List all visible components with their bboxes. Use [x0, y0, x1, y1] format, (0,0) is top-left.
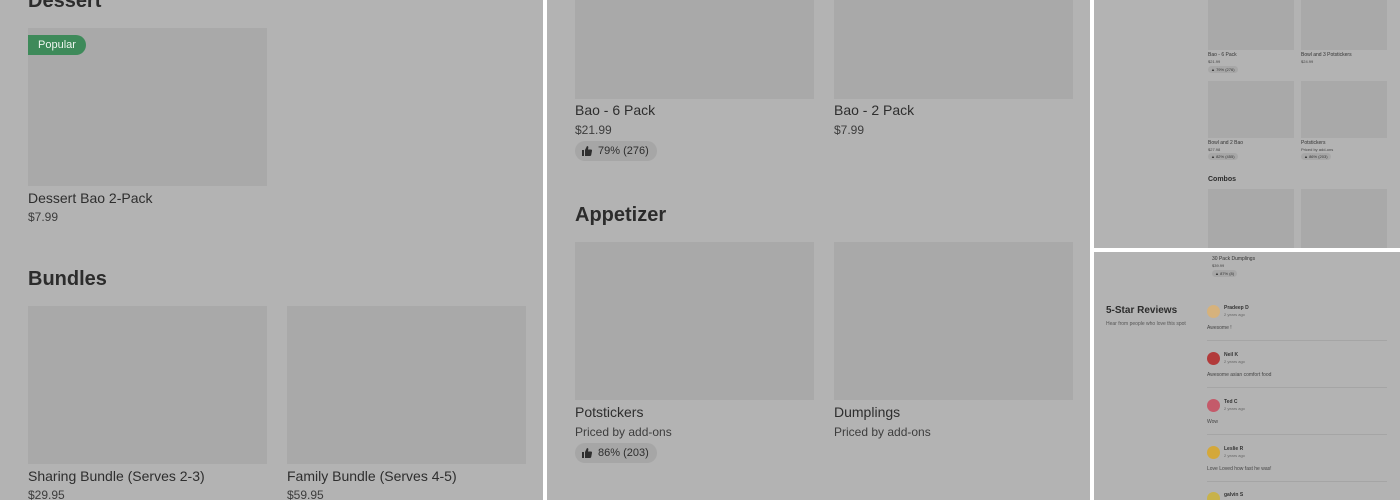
menu-item-name[interactable]: Bao - 6 Pack: [575, 102, 655, 118]
menu-item-image[interactable]: [575, 242, 814, 400]
menu-item-image[interactable]: [575, 0, 814, 99]
review-date: 2 years ago: [1224, 312, 1245, 317]
reviewer-name: galvin S: [1224, 492, 1244, 498]
panel-bao-appetizer: Bao - 6 Pack $21.99 79% (276) Bao - 2 Pa…: [547, 0, 1090, 500]
menu-item-price: $39.99: [1212, 263, 1225, 268]
menu-item-name[interactable]: Potstickers: [1301, 140, 1325, 146]
menu-item-name[interactable]: Dumplings: [834, 404, 900, 420]
section-title-bundles: Bundles: [28, 268, 107, 290]
review-text: Awesome !: [1207, 325, 1232, 331]
bundle-item-image[interactable]: [28, 306, 267, 464]
reviewer-avatar: [1207, 352, 1220, 365]
review-date: 2 years ago: [1224, 453, 1245, 458]
review-text: Awesome asian comfort food: [1207, 372, 1272, 378]
menu-item-price: Priced by add-ons: [1301, 147, 1334, 152]
reviewer-name: Pradeep D: [1224, 305, 1249, 311]
rating-pill: ▲ 86% (203): [1301, 153, 1331, 160]
menu-item-price: Priced by add-ons: [575, 425, 672, 439]
rating-pill: 79% (276): [575, 141, 657, 161]
rating-pill: ▲ 79% (276): [1208, 66, 1238, 73]
reviews-title: 5-Star Reviews: [1106, 305, 1178, 316]
menu-item-price: $21.99: [575, 123, 612, 137]
menu-item-image[interactable]: [1301, 0, 1387, 50]
menu-item-price: $21.99: [1208, 59, 1221, 64]
reviewer-name: Ted C: [1224, 399, 1238, 405]
reviewer-avatar: [1207, 446, 1220, 459]
menu-item-price: $27.98: [1208, 147, 1221, 152]
rating-pill: 86% (203): [575, 443, 657, 463]
rating-text: 79% (276): [598, 145, 649, 157]
thumbs-up-icon: [582, 448, 592, 458]
review-date: 2 years ago: [1224, 359, 1245, 364]
reviews-subtitle: Hear from people who love this spot: [1106, 321, 1186, 327]
review-divider: [1207, 387, 1387, 388]
panel-menu-overview: Bao - 6 Pack $21.99 ▲ 79% (276) Bowl and…: [1094, 0, 1400, 248]
rating-text: 79% (276): [1216, 67, 1235, 72]
menu-item-image[interactable]: [1301, 189, 1387, 248]
reviewer-avatar: [1207, 305, 1220, 318]
panel-reviews: 30 Pack Dumplings $39.99 ▲ 87% (8) 5-Sta…: [1094, 252, 1400, 500]
bundle-item-price: $29.95: [28, 488, 65, 500]
menu-item-image[interactable]: [834, 0, 1073, 99]
review-divider: [1207, 481, 1387, 482]
reviewer-name: Leslie R: [1224, 446, 1244, 452]
bundle-item-name[interactable]: Sharing Bundle (Serves 2-3): [28, 468, 205, 484]
popular-badge: Popular: [28, 35, 86, 55]
menu-item-name[interactable]: 30 Pack Dumplings: [1212, 256, 1255, 262]
reviewer-avatar: [1207, 492, 1220, 500]
review-date: 2 years ago: [1224, 406, 1245, 411]
reviewer-name: Neil K: [1224, 352, 1239, 358]
menu-item-name[interactable]: Bao - 2 Pack: [834, 102, 914, 118]
dessert-item-price: $7.99: [28, 210, 59, 224]
menu-item-image[interactable]: [1301, 81, 1387, 138]
rating-text: 86% (203): [598, 447, 649, 459]
menu-item-image[interactable]: [1208, 189, 1294, 248]
thumbs-up-icon: [582, 146, 592, 156]
review-divider: [1207, 340, 1387, 341]
menu-item-name[interactable]: Bowl and 3 Potstickers: [1301, 52, 1352, 58]
section-title-combos: Combos: [1208, 176, 1236, 183]
section-title-dessert: Dessert: [28, 0, 102, 12]
section-title-appetizer: Appetizer: [575, 204, 667, 226]
rating-pill: ▲ 87% (8): [1212, 270, 1238, 277]
review-text: Love Loved how fast he was!: [1207, 466, 1272, 472]
menu-item-price: $7.99: [834, 123, 865, 137]
menu-item-price: Priced by add-ons: [834, 425, 931, 439]
menu-item-image[interactable]: [1208, 81, 1294, 138]
menu-item-price: $24.99: [1301, 59, 1314, 64]
bundle-item-name[interactable]: Family Bundle (Serves 4-5): [287, 468, 457, 484]
menu-item-image[interactable]: [1208, 0, 1294, 50]
rating-text: 86% (203): [1309, 154, 1328, 159]
bundle-item-image[interactable]: [287, 306, 526, 464]
menu-item-image[interactable]: [834, 242, 1073, 400]
panel-dessert-bundles: Dessert Popular Dessert Bao 2-Pack $7.99…: [0, 0, 543, 500]
menu-item-name[interactable]: Bao - 6 Pack: [1208, 52, 1237, 58]
rating-pill: ▲ 82% (455): [1208, 153, 1238, 160]
review-divider: [1207, 434, 1387, 435]
rating-text: 87% (8): [1220, 271, 1235, 276]
bundle-item-price: $59.95: [287, 488, 324, 500]
rating-text: 82% (455): [1216, 154, 1235, 159]
menu-item-name[interactable]: Bowl and 2 Bao: [1208, 140, 1243, 146]
reviewer-avatar: [1207, 399, 1220, 412]
dessert-item-name[interactable]: Dessert Bao 2-Pack: [28, 190, 153, 206]
review-text: Wow: [1207, 419, 1219, 425]
menu-item-name[interactable]: Potstickers: [575, 404, 643, 420]
